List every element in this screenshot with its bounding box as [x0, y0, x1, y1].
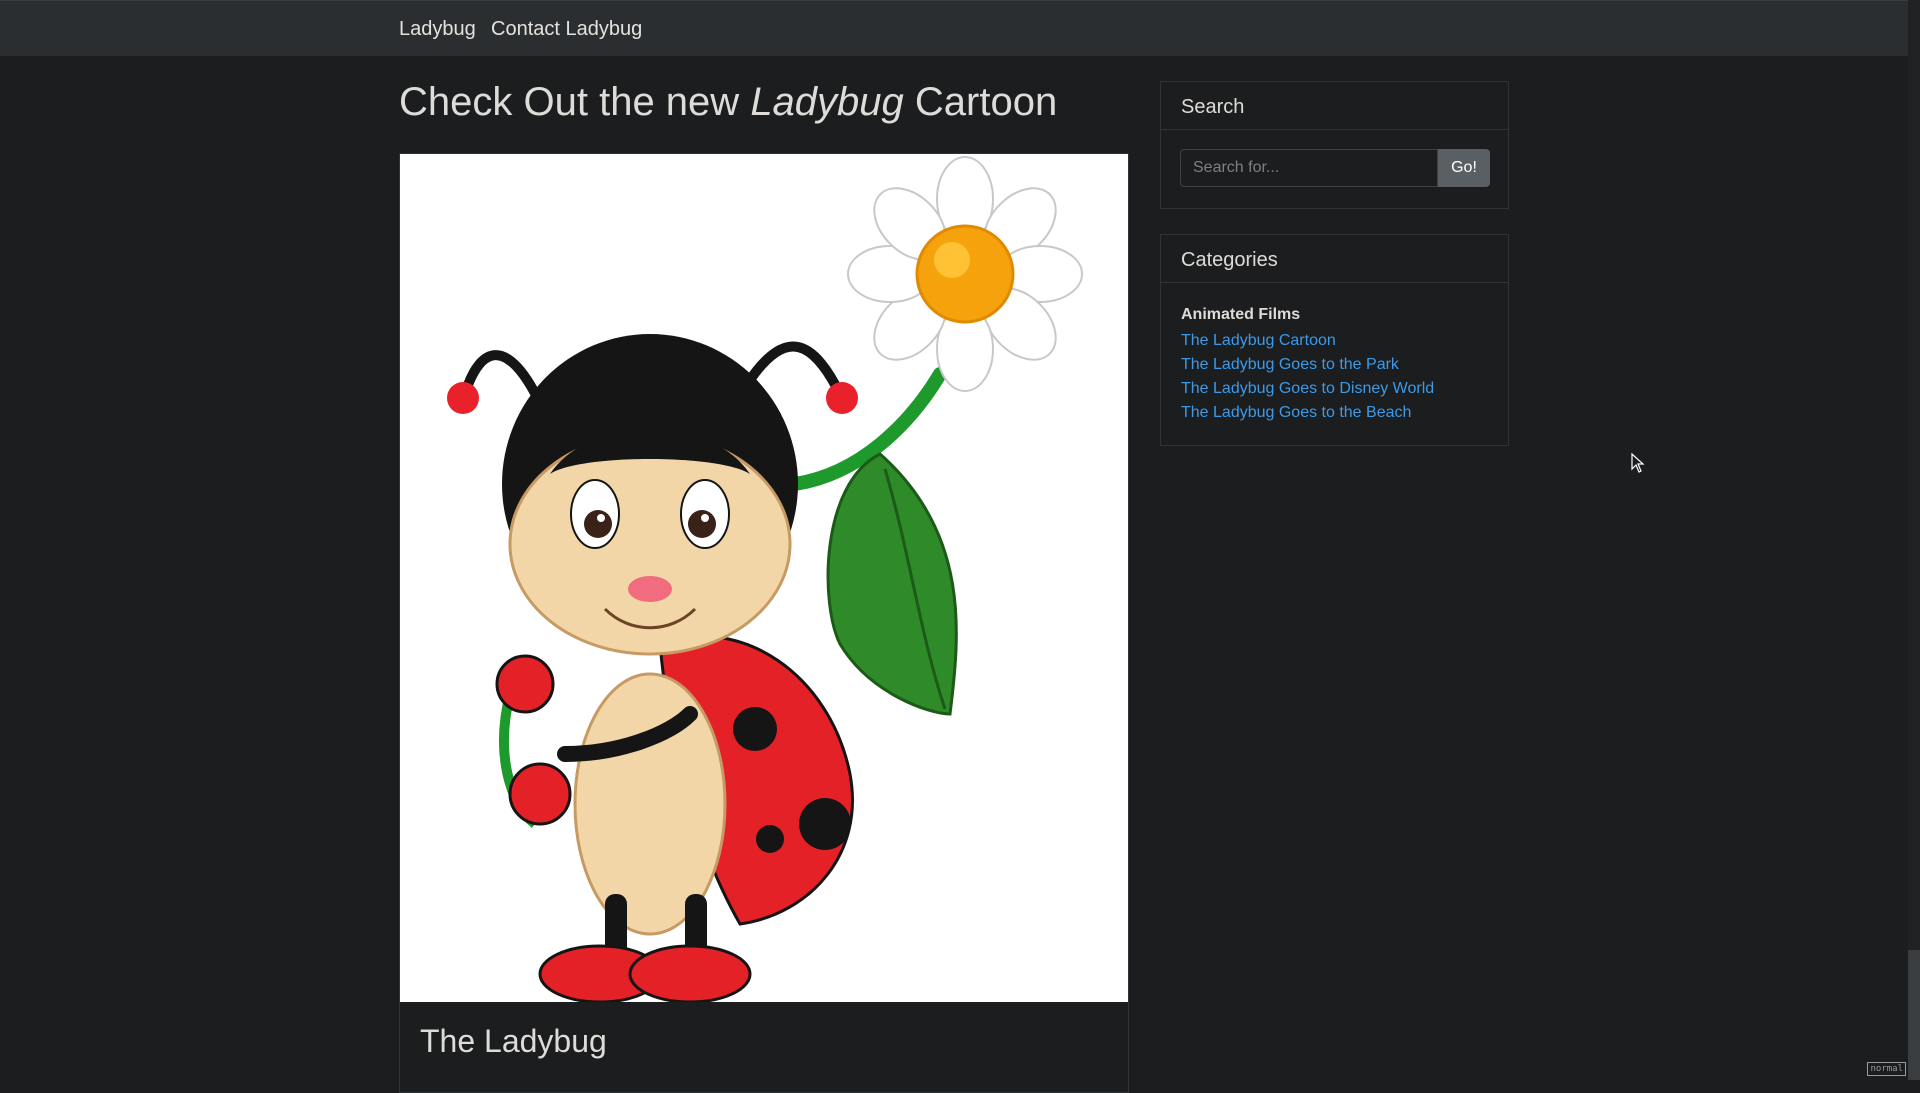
list-item: The Ladybug Goes to Disney World: [1181, 377, 1488, 401]
category-list: The Ladybug Cartoon The Ladybug Goes to …: [1181, 329, 1488, 425]
ladybug-illustration: [447, 156, 1083, 1004]
page-title: Check Out the new Ladybug Cartoon: [399, 80, 1057, 125]
search-widget: Search Go!: [1160, 81, 1509, 209]
go-button[interactable]: Go!: [1438, 149, 1490, 187]
category-link[interactable]: The Ladybug Goes to the Beach: [1181, 404, 1411, 421]
category-link[interactable]: The Ladybug Cartoon: [1181, 332, 1336, 349]
nav-brand-link[interactable]: Ladybug: [399, 18, 476, 41]
mode-indicator: normal: [1867, 1062, 1906, 1076]
title-suffix: Cartoon: [914, 80, 1058, 124]
category-group-heading: Animated Films: [1181, 306, 1301, 323]
category-link[interactable]: The Ladybug Goes to the Park: [1181, 356, 1399, 373]
categories-heading: Categories: [1161, 235, 1508, 283]
search-heading: Search: [1161, 82, 1508, 130]
page-scrollbar[interactable]: [1908, 0, 1920, 1080]
categories-widget: Categories Animated Films The Ladybug Ca…: [1160, 234, 1509, 446]
top-navbar: Ladybug Contact Ladybug: [0, 0, 1908, 56]
categories-body: Animated Films The Ladybug Cartoon The L…: [1161, 283, 1508, 445]
title-emphasis: Ladybug: [750, 80, 904, 124]
category-link[interactable]: The Ladybug Goes to Disney World: [1181, 380, 1434, 397]
title-prefix: Check Out the new: [399, 80, 740, 124]
search-row: Go!: [1161, 130, 1508, 208]
list-item: The Ladybug Goes to the Beach: [1181, 401, 1488, 425]
scrollbar-thumb[interactable]: [1908, 950, 1920, 1080]
card-title: The Ladybug: [420, 1023, 607, 1059]
list-item: The Ladybug Goes to the Park: [1181, 353, 1488, 377]
ladybug-cartoon-image: [400, 154, 1128, 1004]
post-card: The Ladybug: [399, 153, 1129, 1093]
search-input[interactable]: [1180, 149, 1438, 187]
mouse-pointer-icon: [1631, 453, 1645, 473]
list-item: The Ladybug Cartoon: [1181, 329, 1488, 353]
nav-contact-link[interactable]: Contact Ladybug: [491, 18, 642, 41]
